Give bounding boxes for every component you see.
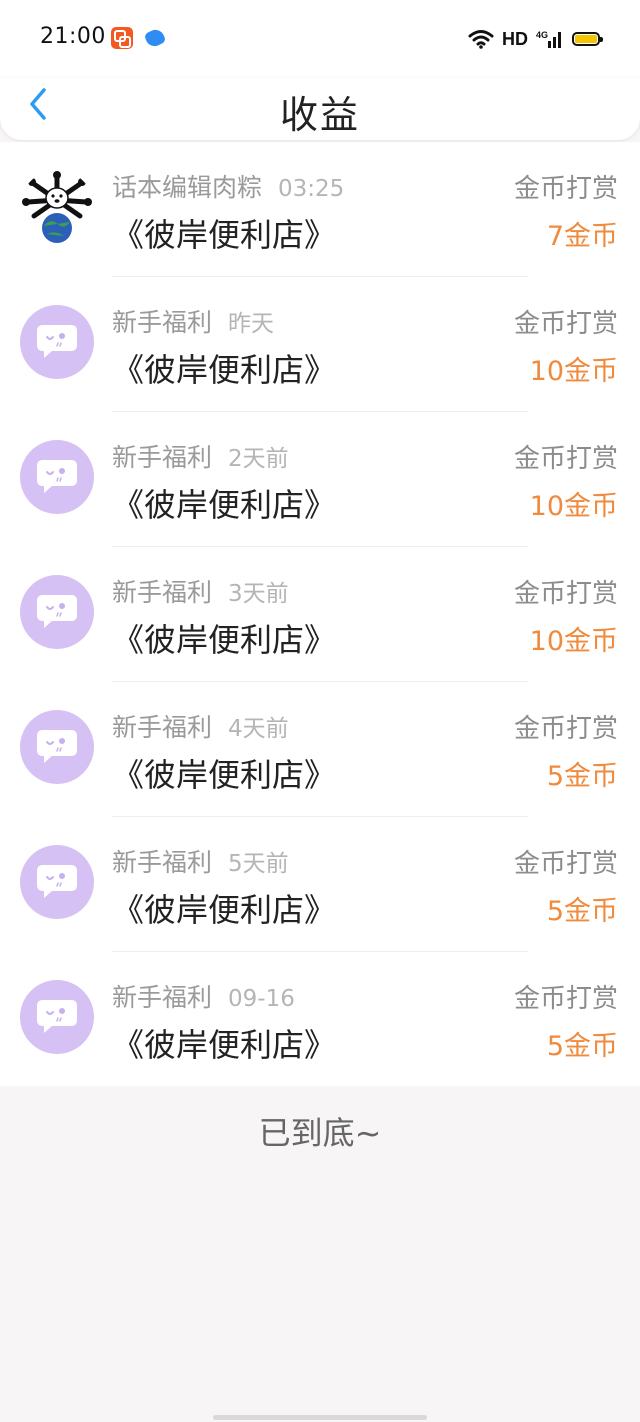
row-time: 4天前	[228, 716, 289, 742]
row-meta: 新手福利 09-16	[112, 978, 295, 1014]
status-bar: 21:00 HD 4G	[0, 0, 640, 78]
signal-icon: 4G	[536, 30, 561, 48]
row-time: 03:25	[278, 176, 345, 202]
row-book-title: 《彼岸便利店》	[112, 1026, 337, 1064]
row-source: 新手福利	[112, 578, 213, 607]
dog-avatar-icon	[20, 170, 94, 244]
chat-bubble-avatar-icon	[20, 710, 94, 784]
row-time: 09-16	[228, 986, 295, 1012]
row-meta: 新手福利 2天前	[112, 438, 289, 474]
chat-bubble-avatar-icon	[20, 845, 94, 919]
battery-icon	[572, 32, 603, 46]
browser-notification-icon	[143, 26, 167, 50]
row-source: 新手福利	[112, 713, 213, 742]
row-type: 金币打赏	[513, 714, 618, 744]
status-indicators: HD 4G	[468, 26, 603, 52]
row-source: 新手福利	[112, 443, 213, 472]
row-type: 金币打赏	[513, 984, 618, 1014]
list-end-text: 已到底~	[258, 1114, 382, 1152]
earning-row[interactable]: 新手福利 09-16 《彼岸便利店》 金币打赏 5金币	[0, 952, 640, 1087]
row-type: 金币打赏	[513, 444, 618, 474]
row-meta: 新手福利 4天前	[112, 708, 289, 744]
chat-bubble-avatar-icon	[20, 305, 94, 379]
row-time: 5天前	[228, 851, 289, 877]
home-indicator[interactable]	[213, 1415, 427, 1420]
earning-row[interactable]: 新手福利 昨天 《彼岸便利店》 金币打赏 10金币	[0, 277, 640, 412]
cell-label: 4G	[536, 30, 548, 40]
row-meta: 话本编辑肉粽 03:25	[112, 168, 344, 204]
row-meta: 新手福利 5天前	[112, 843, 289, 879]
earning-row[interactable]: 新手福利 3天前 《彼岸便利店》 金币打赏 10金币	[0, 547, 640, 682]
network-label: HD	[502, 28, 528, 49]
row-amount: 5金币	[546, 761, 618, 792]
row-type: 金币打赏	[513, 174, 618, 204]
header: 收益	[0, 78, 640, 140]
row-book-title: 《彼岸便利店》	[112, 756, 337, 794]
row-book-title: 《彼岸便利店》	[112, 351, 337, 389]
row-time: 3天前	[228, 581, 289, 607]
row-meta: 新手福利 昨天	[112, 303, 274, 339]
page-title: 收益	[279, 93, 360, 137]
earning-row[interactable]: 新手福利 4天前 《彼岸便利店》 金币打赏 5金币	[0, 682, 640, 817]
earning-row[interactable]: 新手福利 2天前 《彼岸便利店》 金币打赏 10金币	[0, 412, 640, 547]
chat-bubble-avatar-icon	[20, 440, 94, 514]
row-book-title: 《彼岸便利店》	[112, 216, 337, 254]
row-amount: 5金币	[546, 1031, 618, 1062]
row-type: 金币打赏	[513, 849, 618, 879]
row-book-title: 《彼岸便利店》	[112, 486, 337, 524]
row-book-title: 《彼岸便利店》	[112, 621, 337, 659]
row-source: 新手福利	[112, 983, 213, 1012]
row-amount: 10金币	[529, 491, 618, 522]
row-amount: 10金币	[529, 626, 618, 657]
status-time: 21:00	[40, 24, 106, 49]
app-notification-icon	[111, 27, 133, 49]
row-source: 话本编辑肉粽	[112, 173, 263, 202]
earnings-list: 话本编辑肉粽 03:25 《彼岸便利店》 金币打赏 7金币 新手福利 昨天 《彼…	[0, 142, 640, 1086]
wifi-icon	[468, 30, 494, 49]
earning-row[interactable]: 话本编辑肉粽 03:25 《彼岸便利店》 金币打赏 7金币	[0, 142, 640, 277]
row-source: 新手福利	[112, 848, 213, 877]
row-meta: 新手福利 3天前	[112, 573, 289, 609]
chat-bubble-avatar-icon	[20, 575, 94, 649]
row-amount: 10金币	[529, 356, 618, 387]
chat-bubble-avatar-icon	[20, 980, 94, 1054]
row-time: 2天前	[228, 446, 289, 472]
row-source: 新手福利	[112, 308, 213, 337]
row-type: 金币打赏	[513, 579, 618, 609]
row-amount: 7金币	[546, 221, 618, 252]
row-book-title: 《彼岸便利店》	[112, 891, 337, 929]
row-time: 昨天	[228, 311, 275, 337]
row-amount: 5金币	[546, 896, 618, 927]
earning-row[interactable]: 新手福利 5天前 《彼岸便利店》 金币打赏 5金币	[0, 817, 640, 952]
row-type: 金币打赏	[513, 309, 618, 339]
